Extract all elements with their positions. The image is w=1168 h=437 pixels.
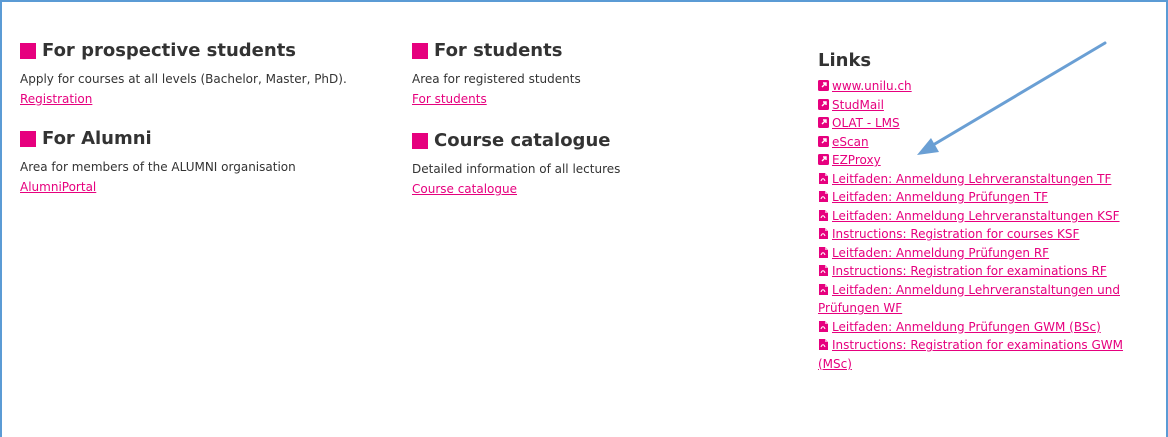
external-link-icon xyxy=(818,97,829,110)
link-label[interactable]: Leitfaden: Anmeldung Lehrveranstaltungen… xyxy=(832,172,1111,186)
link-label[interactable]: Leitfaden: Anmeldung Prüfungen GWM (BSc) xyxy=(832,320,1101,334)
section-title: Course catalogue xyxy=(434,130,611,151)
section-course-catalogue: Course catalogue Detailed information of… xyxy=(412,130,752,198)
link-label[interactable]: Instructions: Registration for courses K… xyxy=(832,227,1079,241)
link-label[interactable]: Leitfaden: Anmeldung Prüfungen TF xyxy=(832,190,1048,204)
alumni-portal-link[interactable]: AlumniPortal xyxy=(20,180,96,194)
links-list: www.unilu.ch StudMail OLAT - LMS eScan EZPro… xyxy=(818,77,1148,373)
external-link-icon xyxy=(818,134,829,147)
link-item[interactable]: Leitfaden: Anmeldung Lehrveranstaltungen… xyxy=(818,281,1148,318)
for-students-link[interactable]: For students xyxy=(412,92,487,106)
section-title: For prospective students xyxy=(42,40,297,61)
bullet-square-icon xyxy=(412,133,428,149)
link-item[interactable]: OLAT - LMS xyxy=(818,114,1148,133)
link-item[interactable]: Instructions: Registration for examinati… xyxy=(818,262,1148,281)
bullet-square-icon xyxy=(20,43,36,59)
pdf-icon xyxy=(818,263,829,276)
links-title: Links xyxy=(818,50,872,71)
link-label[interactable]: OLAT - LMS xyxy=(832,116,900,130)
link-item[interactable]: eScan xyxy=(818,133,1148,152)
link-item[interactable]: EZProxy xyxy=(818,151,1148,170)
pdf-icon xyxy=(818,189,829,202)
pdf-icon xyxy=(818,226,829,239)
pdf-icon xyxy=(818,208,829,221)
bullet-square-icon xyxy=(412,43,428,59)
link-item[interactable]: StudMail xyxy=(818,96,1148,115)
link-item[interactable]: Leitfaden: Anmeldung Lehrveranstaltungen… xyxy=(818,207,1148,226)
external-link-icon xyxy=(818,78,829,91)
link-label[interactable]: Leitfaden: Anmeldung Prüfungen RF xyxy=(832,246,1049,260)
section-description: Detailed information of all lectures xyxy=(412,162,621,176)
link-label[interactable]: Leitfaden: Anmeldung Lehrveranstaltungen… xyxy=(818,283,1120,316)
link-label[interactable]: www.unilu.ch xyxy=(832,79,912,93)
link-label[interactable]: Instructions: Registration for examinati… xyxy=(818,338,1123,371)
section-alumni: For Alumni Area for members of the ALUMN… xyxy=(20,128,360,196)
link-item[interactable]: Leitfaden: Anmeldung Prüfungen RF xyxy=(818,244,1148,263)
section-title: For Alumni xyxy=(42,128,152,149)
link-label[interactable]: Leitfaden: Anmeldung Lehrveranstaltungen… xyxy=(832,209,1120,223)
link-label[interactable]: StudMail xyxy=(832,98,884,112)
course-catalogue-link[interactable]: Course catalogue xyxy=(412,182,517,196)
link-item[interactable]: Leitfaden: Anmeldung Prüfungen TF xyxy=(818,188,1148,207)
section-students: For students Area for registered student… xyxy=(412,40,752,108)
link-label[interactable]: Instructions: Registration for examinati… xyxy=(832,264,1107,278)
section-description: Apply for courses at all levels (Bachelo… xyxy=(20,72,347,86)
registration-link[interactable]: Registration xyxy=(20,92,92,106)
link-label[interactable]: eScan xyxy=(832,135,869,149)
pdf-icon xyxy=(818,337,829,350)
pdf-icon xyxy=(818,282,829,295)
link-item[interactable]: www.unilu.ch xyxy=(818,77,1148,96)
section-description: Area for registered students xyxy=(412,72,581,86)
pdf-icon xyxy=(818,319,829,332)
pdf-icon xyxy=(818,245,829,258)
link-label[interactable]: EZProxy xyxy=(832,153,881,167)
link-item[interactable]: Leitfaden: Anmeldung Lehrveranstaltungen… xyxy=(818,170,1148,189)
pdf-icon xyxy=(818,171,829,184)
external-link-icon xyxy=(818,152,829,165)
bullet-square-icon xyxy=(20,131,36,147)
section-title: For students xyxy=(434,40,563,61)
link-item[interactable]: Instructions: Registration for examinati… xyxy=(818,336,1148,373)
section-description: Area for members of the ALUMNI organisat… xyxy=(20,160,296,174)
section-prospective-students: For prospective students Apply for cours… xyxy=(20,40,360,108)
column-left: For prospective students Apply for cours… xyxy=(20,40,360,218)
column-middle: For students Area for registered student… xyxy=(412,40,752,220)
link-item[interactable]: Instructions: Registration for courses K… xyxy=(818,225,1148,244)
links-panel: Links www.unilu.ch StudMail OLAT - LMS eSca… xyxy=(818,50,1148,373)
external-link-icon xyxy=(818,115,829,128)
link-item[interactable]: Leitfaden: Anmeldung Prüfungen GWM (BSc) xyxy=(818,318,1148,337)
